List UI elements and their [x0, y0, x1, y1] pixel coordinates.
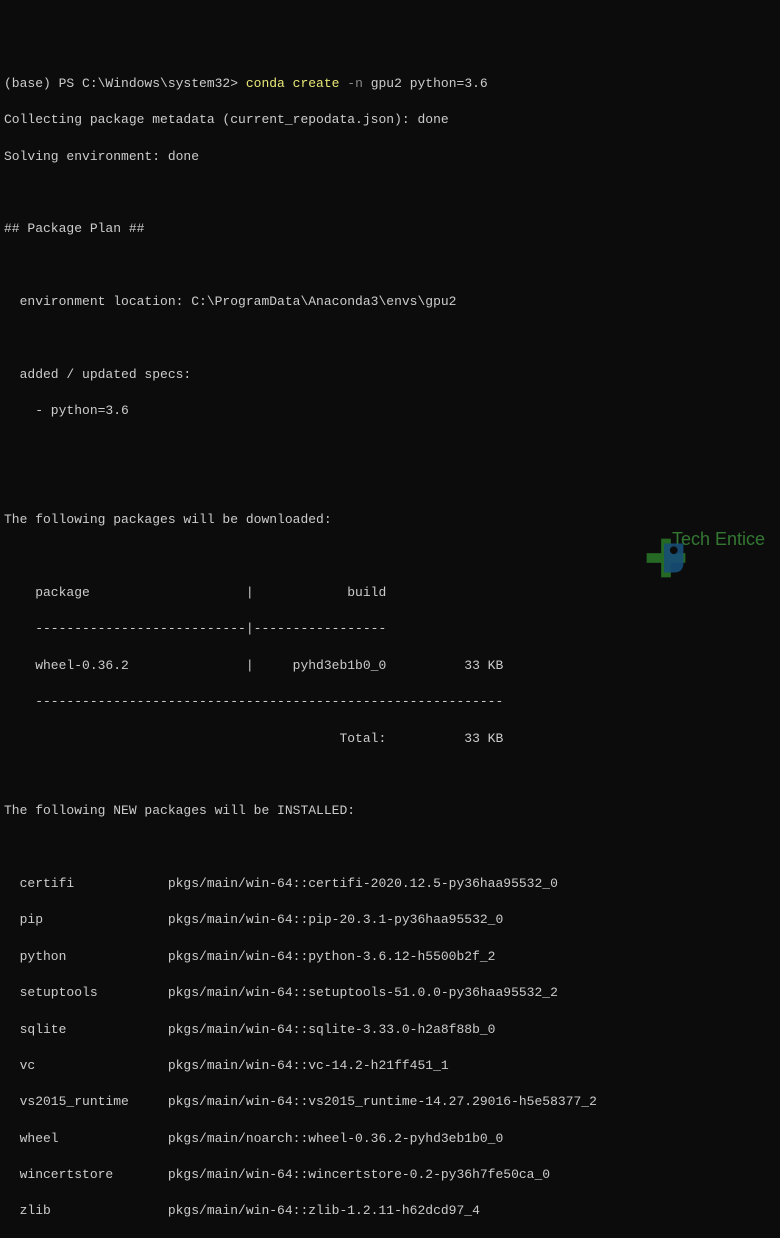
- watermark-logo-icon: [606, 511, 664, 569]
- download-table-sep2: ----------------------------------------…: [4, 693, 776, 711]
- download-table-row: wheel-0.36.2 | pyhd3eb1b0_0 33 KB: [4, 657, 776, 675]
- pkg-python: python pkgs/main/win-64::python-3.6.12-h…: [4, 948, 776, 966]
- env-location: environment location: C:\ProgramData\Ana…: [4, 293, 776, 311]
- pkg-vs2015: vs2015_runtime pkgs/main/win-64::vs2015_…: [4, 1093, 776, 1111]
- pkg-pip: pip pkgs/main/win-64::pip-20.3.1-py36haa…: [4, 911, 776, 929]
- pkg-vc: vc pkgs/main/win-64::vc-14.2-h21ff451_1: [4, 1057, 776, 1075]
- package-plan-header: ## Package Plan ##: [4, 220, 776, 238]
- pkg-certifi: certifi pkgs/main/win-64::certifi-2020.1…: [4, 875, 776, 893]
- pkg-wheel: wheel pkgs/main/noarch::wheel-0.36.2-pyh…: [4, 1130, 776, 1148]
- prompt-line: (base) PS C:\Windows\system32> conda cre…: [4, 75, 776, 93]
- command-flag: -n: [347, 76, 363, 91]
- download-table-sep: ---------------------------|------------…: [4, 620, 776, 638]
- output-collecting: Collecting package metadata (current_rep…: [4, 111, 776, 129]
- blank-line: [4, 475, 776, 493]
- install-header: The following NEW packages will be INSTA…: [4, 802, 776, 820]
- watermark: Tech Entice: [606, 511, 765, 569]
- blank-line: [4, 257, 776, 275]
- pkg-sqlite: sqlite pkgs/main/win-64::sqlite-3.33.0-h…: [4, 1021, 776, 1039]
- pkg-wincert: wincertstore pkgs/main/win-64::wincertst…: [4, 1166, 776, 1184]
- blank-line: [4, 839, 776, 857]
- command-args: gpu2 python=3.6: [371, 76, 488, 91]
- blank-line: [4, 766, 776, 784]
- download-table-total: Total: 33 KB: [4, 730, 776, 748]
- pkg-zlib: zlib pkgs/main/win-64::zlib-1.2.11-h62dc…: [4, 1202, 776, 1220]
- specs-header: added / updated specs:: [4, 366, 776, 384]
- prompt-prefix: (base) PS C:\Windows\system32>: [4, 76, 246, 91]
- output-solving: Solving environment: done: [4, 148, 776, 166]
- blank-line: [4, 184, 776, 202]
- pkg-setuptools: setuptools pkgs/main/win-64::setuptools-…: [4, 984, 776, 1002]
- blank-line: [4, 329, 776, 347]
- blank-line: [4, 439, 776, 457]
- spec-item: - python=3.6: [4, 402, 776, 420]
- command-name: conda create: [246, 76, 340, 91]
